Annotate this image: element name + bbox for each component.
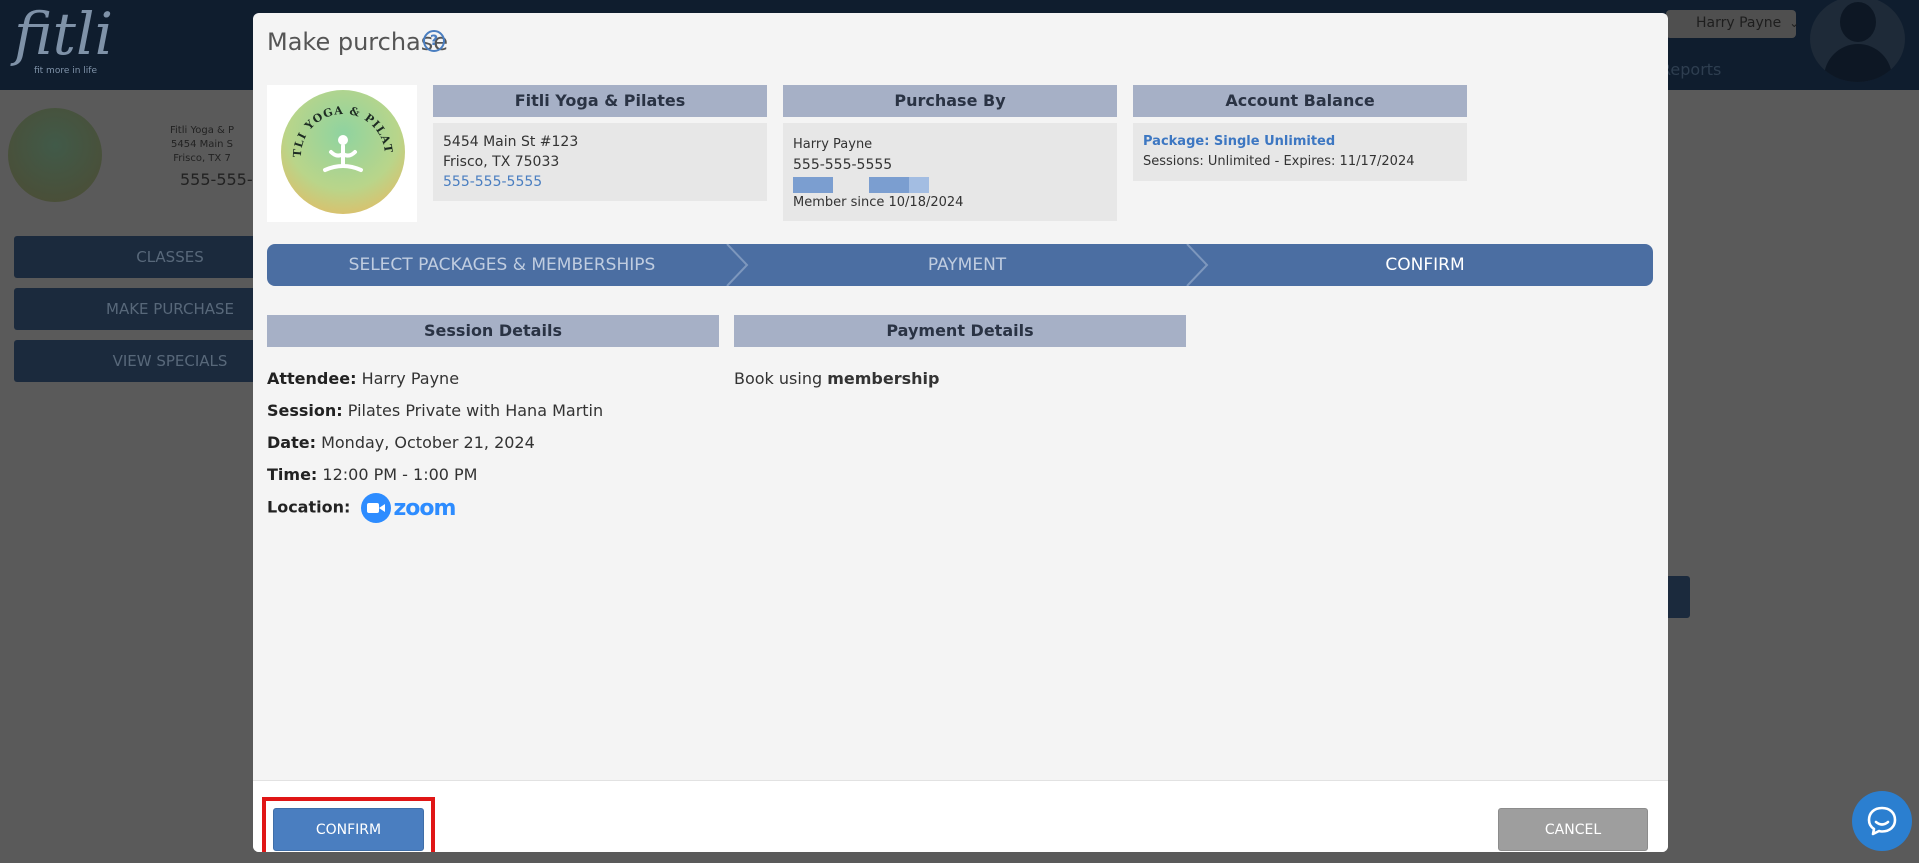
studio-logo-box: FITLI YOGA & PILATES: [267, 85, 417, 222]
step-confirm-active: CONFIRM: [1385, 255, 1465, 275]
time-label: Time:: [267, 465, 318, 484]
attendee-label: Attendee:: [267, 369, 357, 388]
redacted-email: [793, 175, 1107, 193]
chat-widget-button[interactable]: [1852, 791, 1912, 851]
studio-info-line: 5454 Main S: [171, 139, 234, 150]
user-menu-name: Harry Payne: [1696, 15, 1782, 31]
studio-card: Fitli Yoga & Pilates 5454 Main St #123 F…: [433, 85, 767, 201]
date-value: Monday, October 21, 2024: [321, 433, 535, 452]
studio-phone-background: 555-555-: [180, 170, 253, 189]
detail-time: Time: 12:00 PM - 1:00 PM: [267, 465, 477, 484]
zoom-wordmark: zoom: [393, 495, 456, 521]
session-details-header: Session Details: [267, 315, 719, 347]
purchase-by-header: Purchase By: [783, 85, 1117, 117]
studio-card-body: 5454 Main St #123 Frisco, TX 75033 555-5…: [433, 123, 767, 201]
account-balance-card: Account Balance Package: Single Unlimite…: [1133, 85, 1467, 181]
nav-reports[interactable]: Reports: [1660, 60, 1721, 79]
zoom-camera-icon: [361, 493, 392, 523]
account-balance-body: Package: Single Unlimited Sessions: Unli…: [1133, 123, 1467, 181]
user-menu[interactable]: Harry Payne ⌄: [1666, 10, 1800, 38]
step-select-packages: SELECT PACKAGES & MEMBERSHIPS: [348, 255, 656, 275]
step-payment: PAYMENT: [927, 255, 1007, 275]
purchaser-phone: 555-555-5555: [793, 157, 893, 173]
member-since: Member since 10/18/2024: [793, 195, 964, 210]
studio-info-line: Fitli Yoga & P: [170, 125, 235, 136]
payment-method-line: Book using membership: [734, 369, 939, 388]
payment-method-value: membership: [827, 369, 940, 388]
studio-info-background: Fitli Yoga & P 5454 Main S Frisco, TX 7: [170, 124, 234, 166]
purchaser-name: Harry Payne: [793, 137, 873, 152]
detail-date: Date: Monday, October 21, 2024: [267, 433, 535, 452]
fitli-logo[interactable]: fitli fit more in life: [14, 0, 114, 78]
logo-arc-text: FITLI YOGA & PILATES: [281, 90, 394, 158]
location-label: Location:: [267, 497, 351, 517]
chevron-down-icon: ⌄: [1789, 16, 1800, 30]
session-value: Pilates Private with Hana Martin: [347, 401, 604, 420]
zoom-logo: zoom: [361, 493, 456, 523]
package-name: Package: Single Unlimited: [1143, 134, 1336, 149]
chat-bubble-icon: [1867, 806, 1897, 836]
account-balance-header: Account Balance: [1133, 85, 1467, 117]
detail-session: Session: Pilates Private with Hana Marti…: [267, 401, 603, 420]
studio-phone-link[interactable]: 555-555-5555: [443, 172, 757, 192]
purchase-by-card: Purchase By Harry Payne 555-555-5555 Mem…: [783, 85, 1117, 221]
attendee-value: Harry Payne: [361, 369, 460, 388]
detail-attendee: Attendee: Harry Payne: [267, 369, 459, 388]
studio-logo: FITLI YOGA & PILATES: [281, 90, 405, 214]
modal-title: Make purchase: [267, 28, 449, 56]
confirm-button[interactable]: CONFIRM: [273, 808, 424, 851]
svg-text:FITLI YOGA & PILATES: FITLI YOGA & PILATES: [281, 90, 395, 158]
sessions-expiry: Sessions: Unlimited - Expires: 11/17/202…: [1143, 154, 1415, 169]
time-value: 12:00 PM - 1:00 PM: [322, 465, 478, 484]
help-icon[interactable]: ?: [423, 30, 445, 52]
date-label: Date:: [267, 433, 316, 452]
purchase-by-body: Harry Payne 555-555-5555 Member since 10…: [783, 123, 1117, 221]
session-label: Session:: [267, 401, 343, 420]
studio-address-line2: Frisco, TX 75033: [443, 154, 560, 170]
yoga-meditation-icon: FITLI YOGA & PILATES: [281, 90, 395, 172]
cancel-button[interactable]: CANCEL: [1498, 808, 1648, 851]
payment-details-header: Payment Details: [734, 315, 1186, 347]
make-purchase-modal: Make purchase ? FITLI YOGA & PILATES Fit…: [253, 13, 1668, 852]
logo-tagline: fit more in life: [34, 66, 98, 76]
detail-location: Location: zoom: [267, 493, 456, 523]
modal-footer: CONFIRM CANCEL: [253, 780, 1668, 852]
payment-method-prefix: Book using: [734, 369, 823, 388]
avatar[interactable]: [1810, 0, 1905, 82]
studio-card-header: Fitli Yoga & Pilates: [433, 85, 767, 117]
purchase-stepper: SELECT PACKAGES & MEMBERSHIPS PAYMENT CO…: [267, 244, 1653, 286]
logo-word: fitli: [14, 0, 114, 68]
studio-info-line: Frisco, TX 7: [173, 153, 231, 164]
studio-address-line1: 5454 Main St #123: [443, 134, 579, 150]
studio-logo-background: [8, 108, 102, 202]
